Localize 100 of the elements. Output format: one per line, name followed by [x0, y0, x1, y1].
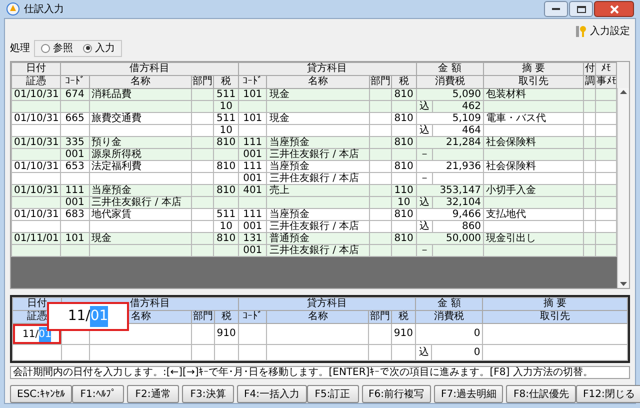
date-cell: 01/10/31 — [14, 88, 59, 100]
column-header: 消費税 — [416, 310, 483, 324]
account-cell: 当座預金 — [269, 136, 310, 148]
code-cell: 101 — [243, 88, 262, 100]
sub-account-cell: 三井住友銀行 / 本店 — [269, 172, 360, 184]
mode-radio[interactable]: 参照 — [41, 40, 73, 56]
code-cell: 111 — [243, 136, 262, 148]
code-cell: 111 — [243, 208, 262, 220]
code-cell: 101 — [65, 232, 84, 244]
code-cell: 683 — [65, 208, 84, 220]
tax-code-cell: 810 — [394, 112, 414, 124]
tax-amount-cell: 860 — [462, 220, 482, 232]
function-key-button[interactable]: F8:仕訳優先 — [506, 385, 576, 403]
tax-code-cell: 10 — [220, 220, 232, 232]
summary-cell: 社会保険料 — [486, 160, 536, 172]
code-cell: 111 — [65, 184, 84, 196]
column-header: 部門 — [368, 310, 392, 324]
amount-cell: 21,936 — [446, 160, 482, 172]
tax-code-cell: 910 — [394, 328, 413, 339]
scroll-down-icon[interactable] — [620, 282, 627, 286]
mode-radio[interactable]: 入力 — [83, 40, 115, 56]
column-header: 摘 要 — [482, 298, 628, 310]
scrollbar[interactable] — [617, 88, 629, 288]
date-cell: 01/10/31 — [14, 112, 59, 124]
function-key-button[interactable]: F12:閉じる — [576, 385, 640, 403]
tax-code-cell: 511 — [216, 208, 236, 220]
code-cell: 674 — [65, 88, 84, 100]
summary-cell: 社会保険料 — [486, 136, 536, 148]
tax-code-cell: 10 — [220, 124, 232, 136]
tax-mark-cell: － — [419, 244, 430, 256]
tax-amount-cell: 462 — [462, 100, 482, 112]
summary-cell: 電車・バス代 — [486, 112, 546, 124]
column-header: 借方科目 — [60, 62, 238, 76]
function-key-button[interactable]: F2:通常 — [127, 385, 180, 403]
column-header: 日付 — [12, 62, 61, 76]
code-cell: 001 — [243, 148, 262, 160]
amount-cell: 5,090 — [452, 88, 482, 100]
sub-account-cell: 源泉所得税 — [92, 148, 142, 160]
tax-mark-cell: 込 — [419, 220, 430, 232]
tax-mark-cell: － — [419, 172, 430, 184]
tax-code-cell: 810 — [216, 160, 236, 172]
close-icon — [610, 4, 618, 14]
date-cell: 01/10/31 — [14, 136, 59, 148]
amount-cell: 5,109 — [452, 112, 482, 124]
account-cell: 現金 — [269, 88, 290, 100]
column-header: 税 — [391, 310, 416, 324]
account-cell: 普通預金 — [269, 232, 310, 244]
date-popup: 11/01 — [47, 302, 129, 331]
column-header: 摘 要 — [484, 62, 584, 76]
function-key-button[interactable]: F7:過去明細 — [434, 385, 504, 403]
code-cell: 111 — [243, 160, 262, 172]
account-cell: 現金 — [92, 232, 112, 244]
sub-account-cell: 三井住友銀行 / 本店 — [269, 148, 360, 160]
function-key-button[interactable]: F3:決算 — [182, 385, 234, 403]
tax-code-cell: 511 — [216, 112, 236, 124]
tax-mark-cell: 込 — [419, 124, 430, 136]
function-key-button[interactable]: ESC:ｷｬﾝｾﾙ — [10, 385, 72, 403]
tax-mark-cell: 込 — [418, 346, 429, 358]
mode-label: 処理 — [10, 42, 30, 56]
tax-code-cell: 810 — [394, 136, 414, 148]
code-cell: 101 — [243, 112, 262, 124]
tax-code-cell: 810 — [394, 160, 414, 172]
code-cell: 001 — [243, 220, 262, 232]
summary-cell: 支払地代 — [486, 208, 526, 220]
date-cell: 01/10/31 — [14, 184, 59, 196]
function-key-button[interactable]: F4:一括入力 — [237, 385, 307, 403]
column-header: 金 額 — [416, 298, 483, 310]
column-header: 貸方科目 — [238, 298, 416, 310]
minimize-button[interactable] — [544, 1, 568, 17]
tax-code-cell: 810 — [394, 88, 414, 100]
function-key-button[interactable]: F6:前行複写 — [362, 385, 431, 403]
code-cell: 335 — [65, 136, 84, 148]
sub-account-cell: 三井住友銀行 / 本店 — [269, 244, 360, 256]
tax-code-cell: 810 — [394, 208, 414, 220]
account-cell: 旅費交通費 — [92, 112, 142, 124]
tax-mark-cell: 込 — [419, 196, 430, 208]
tax-code-cell: 110 — [394, 184, 414, 196]
code-cell: 653 — [65, 160, 84, 172]
tax-code-cell: 10 — [397, 196, 410, 208]
summary-cell: 包装材料 — [486, 88, 526, 100]
account-cell: 当座預金 — [92, 184, 132, 196]
maximize-button[interactable] — [569, 1, 593, 17]
tax-amount-cell: 0 — [474, 346, 480, 358]
function-key-button[interactable]: F1:ﾍﾙﾌﾟ — [72, 385, 124, 403]
tax-code-cell: 810 — [216, 136, 236, 148]
code-cell: 001 — [243, 244, 262, 256]
column-header: 金 額 — [416, 62, 484, 76]
tax-mark-cell: 込 — [419, 100, 430, 112]
tax-code-cell: 511 — [216, 88, 236, 100]
close-button[interactable] — [594, 1, 634, 17]
column-header: 名称 — [266, 310, 369, 324]
window-title: 仕訳入力 — [24, 2, 64, 16]
function-key-button[interactable]: F5:訂正 — [306, 385, 359, 403]
code-cell: 401 — [243, 184, 262, 196]
tax-amount-cell: 32,104 — [446, 196, 482, 208]
scroll-up-icon[interactable] — [620, 90, 627, 94]
key-icon — [574, 24, 588, 38]
input-settings-button[interactable]: 入力設定 — [574, 23, 630, 39]
amount-cell: 9,466 — [452, 208, 482, 220]
summary-cell: 現金引出し — [486, 232, 536, 244]
